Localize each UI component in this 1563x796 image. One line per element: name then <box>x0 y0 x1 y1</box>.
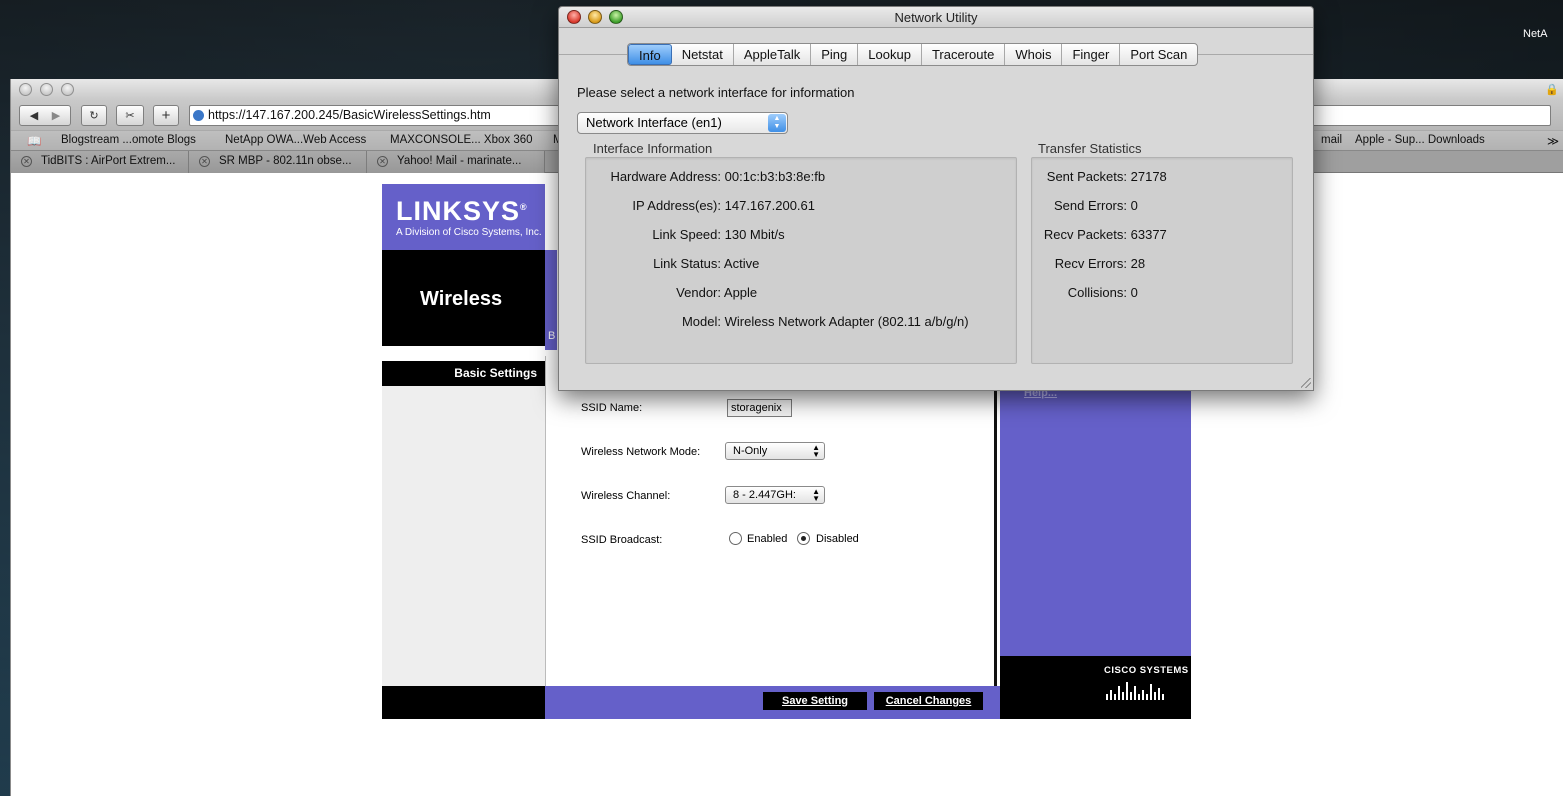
close-tab-icon[interactable]: ✕ <box>377 156 388 167</box>
interface-info-title: Interface Information <box>593 141 713 156</box>
info-row: Link Speed: 130 Mbit/s <box>652 227 785 242</box>
network-utility-window: Network Utility Info Netstat AppleTalk P… <box>558 6 1314 391</box>
ssid-input[interactable]: storagenix <box>727 399 792 417</box>
linksys-header: LINKSYS® A Division of Cisco Systems, In… <box>382 184 545 250</box>
spacer <box>382 346 545 360</box>
stats-row: Collisions: 0 <box>1067 285 1138 300</box>
window-controls <box>567 10 623 24</box>
bookmark-item[interactable]: Blogstream ...omote Blogs <box>61 134 196 146</box>
window-title: Network Utility <box>894 10 978 25</box>
browser-tab[interactable]: ✕ SR MBP - 802.11n obse... <box>189 151 367 173</box>
interface-select[interactable]: Network Interface (en1) ▲ ▼ <box>577 112 788 134</box>
browser-tab[interactable]: ✕ TidBITS : AirPort Extrem... <box>11 151 189 173</box>
broadcast-enabled-radio[interactable] <box>729 532 742 545</box>
broadcast-label: SSID Broadcast: <box>581 534 663 546</box>
tab-whois[interactable]: Whois <box>1005 44 1063 65</box>
forward-button[interactable]: ▶ <box>45 109 67 122</box>
bookmark-item[interactable]: NetApp OWA...Web Access <box>225 134 366 146</box>
info-row: Vendor: Apple <box>676 285 758 300</box>
back-button[interactable]: ◀ <box>23 109 45 122</box>
bookmarks-overflow-icon[interactable]: ≫ <box>1547 134 1559 148</box>
snippet-button[interactable]: ✂ <box>116 105 144 126</box>
zoom-window-button[interactable] <box>61 83 74 96</box>
info-row: Link Status: Active <box>653 256 760 271</box>
mode-select[interactable]: N-Only ▲ ▼ <box>725 442 825 460</box>
stats-row: Send Errors: 0 <box>1054 198 1138 213</box>
tab-lookup[interactable]: Lookup <box>858 44 922 65</box>
cancel-changes-button[interactable]: Cancel Changes <box>874 692 983 710</box>
popup-arrows-icon: ▲ ▼ <box>768 114 786 132</box>
enabled-label: Enabled <box>747 533 788 545</box>
stats-row: Recv Errors: 28 <box>1054 256 1146 271</box>
browser-window-controls <box>19 83 74 96</box>
nav-tab-fragment[interactable]: B <box>548 330 555 342</box>
tab-traceroute[interactable]: Traceroute <box>922 44 1006 65</box>
footer-left <box>382 686 545 719</box>
cisco-bridge-icon <box>1106 680 1164 700</box>
stats-row: Sent Packets: 27178 <box>1046 169 1167 184</box>
zoom-window-button[interactable] <box>609 10 623 24</box>
tab-port-scan[interactable]: Port Scan <box>1120 44 1197 65</box>
cisco-logo-text: CISCO SYSTEMS <box>1104 665 1189 676</box>
nav-tab-bar: B <box>545 250 557 350</box>
minimize-window-button[interactable] <box>40 83 53 96</box>
broadcast-disabled-radio[interactable] <box>797 532 810 545</box>
lock-icon: 🔒 <box>1545 84 1559 96</box>
ssid-label: SSID Name: <box>581 402 643 414</box>
transfer-stats-title: Transfer Statistics <box>1038 141 1142 156</box>
basic-settings-label: Basic Settings <box>382 361 545 386</box>
bookmark-item[interactable]: MAXCONSOLE... Xbox 360 <box>390 134 533 146</box>
stats-row: Recv Packets: 63377 <box>1043 227 1167 242</box>
desktop-label: NetA <box>1523 28 1548 40</box>
close-tab-icon[interactable]: ✕ <box>199 156 210 167</box>
browser-tab[interactable]: ✕ Yahoo! Mail - marinate... <box>367 151 545 173</box>
channel-label: Wireless Channel: <box>581 490 671 502</box>
disabled-label: Disabled <box>816 533 859 545</box>
bookmarks-book-icon[interactable]: 📖 <box>27 134 41 148</box>
info-row: Hardware Address: 00:1c:b3:b3:8e:fb <box>610 169 826 184</box>
url-text: https://147.167.200.245/BasicWirelessSet… <box>208 108 491 122</box>
tab-ping[interactable]: Ping <box>811 44 859 65</box>
bookmark-item[interactable]: mail <box>1321 134 1342 146</box>
left-panel <box>382 386 545 686</box>
resize-grip-icon[interactable] <box>1301 378 1311 388</box>
info-row: IP Address(es): 147.167.200.61 <box>632 198 815 213</box>
back-forward-buttons: ◀ ▶ <box>19 105 71 126</box>
network-utility-titlebar: Network Utility <box>559 7 1313 28</box>
minimize-window-button[interactable] <box>588 10 602 24</box>
linksys-logo: LINKSYS® <box>396 196 528 226</box>
info-row: Model: Wireless Network Adapter (802.11 … <box>681 314 969 329</box>
tab-finger[interactable]: Finger <box>1062 44 1121 65</box>
select-arrows-icon: ▲ ▼ <box>812 487 820 503</box>
close-window-button[interactable] <box>567 10 581 24</box>
bookmark-item[interactable]: Apple - Sup... Downloads <box>1355 134 1485 146</box>
mode-label: Wireless Network Mode: <box>581 446 701 458</box>
tab-appletalk[interactable]: AppleTalk <box>734 44 812 65</box>
close-tab-icon[interactable]: ✕ <box>21 156 32 167</box>
site-icon <box>193 110 204 121</box>
select-arrows-icon: ▲ ▼ <box>812 443 820 459</box>
close-window-button[interactable] <box>19 83 32 96</box>
reload-button[interactable]: ↻ <box>81 105 107 126</box>
interface-prompt: Please select a network interface for in… <box>577 85 855 100</box>
channel-select[interactable]: 8 - 2.447GH: ▲ ▼ <box>725 486 825 504</box>
linksys-subtitle: A Division of Cisco Systems, Inc. <box>396 227 542 238</box>
section-title: Wireless <box>420 288 503 310</box>
add-bookmark-button[interactable]: + <box>153 105 179 126</box>
tab-netstat[interactable]: Netstat <box>672 44 734 65</box>
tool-tabs: Info Netstat AppleTalk Ping Lookup Trace… <box>627 43 1199 66</box>
tab-info[interactable]: Info <box>628 44 672 65</box>
save-setting-button[interactable]: Save Setting <box>763 692 867 710</box>
